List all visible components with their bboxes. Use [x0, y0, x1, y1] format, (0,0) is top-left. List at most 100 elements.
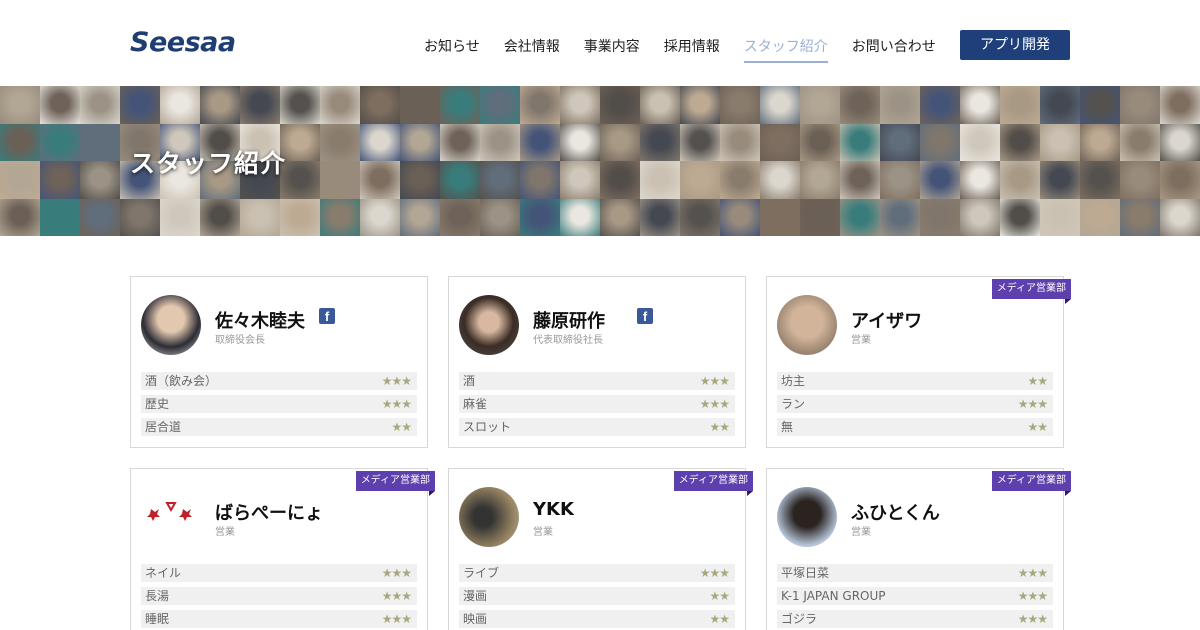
skill-row: 酒 ★★★: [459, 372, 735, 390]
skill-row: ネイル ★★★: [141, 564, 417, 582]
nav-recruit[interactable]: 採用情報: [664, 36, 720, 63]
facebook-icon[interactable]: f: [637, 308, 653, 324]
skill-list: 酒 ★★★ 麻雀 ★★★ スロット ★★: [459, 372, 735, 441]
star-rating: ★★★: [1017, 397, 1048, 411]
star-rating: ★★★: [381, 612, 412, 626]
star-rating: ★★: [709, 612, 729, 626]
star-rating: ★★: [391, 420, 411, 434]
star-rating: ★★★: [699, 566, 730, 580]
skill-row: 坊主 ★★: [777, 372, 1053, 390]
skill-row: ゴジラ ★★★: [777, 610, 1053, 628]
skill-label: 平塚日菜: [781, 566, 830, 580]
star-rating: ★★★: [1017, 566, 1048, 580]
staff-role: 営業: [215, 527, 235, 538]
star-rating: ★★: [1027, 374, 1047, 388]
skill-row: 平塚日菜 ★★★: [777, 564, 1053, 582]
skill-label: 居合道: [145, 420, 182, 434]
staff-avatar: [141, 487, 201, 547]
seesaa-logo[interactable]: Seesaa: [130, 27, 236, 58]
skill-list: ライブ ★★★ 漫画 ★★ 映画 ★★: [459, 564, 735, 630]
staff-card[interactable]: ばらぺーにょ営業 メディア営業部ネイル ★★★ 長湯 ★★★ 睡眠 ★★★: [130, 468, 436, 630]
nav-company[interactable]: 会社情報: [504, 36, 560, 63]
skill-list: 坊主 ★★ ラン ★★★ 無 ★★: [777, 372, 1053, 441]
skill-row: K-1 JAPAN GROUP ★★★: [777, 587, 1053, 605]
staff-name: YKK: [533, 499, 574, 520]
skill-label: 酒（飲み会）: [145, 374, 218, 388]
staff-card[interactable]: YKK 営業 メディア営業部 ライブ ★★★ 漫画 ★★ 映画 ★★: [448, 468, 754, 630]
site-header: Seesaa お知らせ 会社情報 事業内容 採用情報 スタッフ紹介 お問い合わせ…: [0, 0, 1200, 86]
skill-row: ラン ★★★: [777, 395, 1053, 413]
star-rating: ★★: [1027, 420, 1047, 434]
staff-card[interactable]: ふひとくん 営業 メディア営業部 平塚日菜 ★★★ K-1 JAPAN GROUP ★★★ ゴ…: [766, 468, 1072, 630]
star-rating: ★★★: [699, 374, 730, 388]
skill-label: ゴジラ: [781, 612, 818, 626]
skill-label: 漫画: [463, 589, 488, 603]
facebook-icon[interactable]: f: [319, 308, 335, 324]
skill-label: 麻雀: [463, 397, 488, 411]
skill-label: スロット: [463, 420, 512, 434]
staff-role: 代表取締役社長: [533, 335, 603, 346]
nav-business[interactable]: 事業内容: [584, 36, 640, 63]
app-development-button[interactable]: アプリ開発: [960, 30, 1070, 60]
star-rating: ★★: [709, 420, 729, 434]
skill-row: 睡眠 ★★★: [141, 610, 417, 628]
skill-label: 長湯: [145, 589, 170, 603]
star-rating: ★★★: [381, 589, 412, 603]
star-rating: ★★★: [699, 397, 730, 411]
star-rating: ★★★: [381, 397, 412, 411]
staff-card[interactable]: 佐々木睦夫取締役会長 f 酒（飲み会） ★★★ 歴史 ★★★ 居合道 ★★: [130, 276, 428, 448]
department-badge: メディア営業部: [355, 471, 436, 496]
hero-banner: スタッフ紹介: [0, 86, 1200, 236]
staff-avatar: [777, 295, 837, 355]
nav-news[interactable]: お知らせ: [424, 36, 480, 63]
staff-avatar: [459, 487, 519, 547]
skill-label: K-1 JAPAN GROUP: [781, 589, 886, 603]
staff-name: ばらぺーにょ: [215, 503, 323, 524]
staff-role: 営業: [851, 335, 871, 346]
staff-name: 佐々木睦夫: [215, 311, 305, 332]
skill-row: ライブ ★★★: [459, 564, 735, 582]
skill-list: 平塚日菜 ★★★ K-1 JAPAN GROUP ★★★ ゴジラ ★★★: [777, 564, 1053, 630]
staff-role: 取締役会長: [215, 335, 265, 346]
star-rating: ★★★: [1017, 612, 1048, 626]
skill-label: 睡眠: [145, 612, 170, 626]
skill-row: 無 ★★: [777, 418, 1053, 436]
page-title: スタッフ紹介: [130, 149, 287, 178]
department-badge: メディア営業部: [991, 279, 1072, 304]
skill-list: 酒（飲み会） ★★★ 歴史 ★★★ 居合道 ★★: [141, 372, 417, 441]
nav-staff[interactable]: スタッフ紹介: [743, 36, 828, 63]
star-rating: ★★: [709, 589, 729, 603]
skill-row: スロット ★★: [459, 418, 735, 436]
skill-row: 酒（飲み会） ★★★: [141, 372, 417, 390]
skill-label: ネイル: [145, 566, 182, 580]
staff-name: アイザワ: [851, 311, 923, 332]
skill-row: 歴史 ★★★: [141, 395, 417, 413]
staff-card[interactable]: アイザワ営業 メディア営業部坊主 ★★ ラン ★★★ 無 ★★: [766, 276, 1072, 448]
star-rating: ★★★: [1017, 589, 1048, 603]
skill-label: 酒: [463, 374, 476, 388]
star-rating: ★★★: [381, 374, 412, 388]
staff-avatar: [141, 295, 201, 355]
skill-label: 映画: [463, 612, 488, 626]
skill-row: 映画 ★★: [459, 610, 735, 628]
skill-list: ネイル ★★★ 長湯 ★★★ 睡眠 ★★★: [141, 564, 417, 630]
skill-label: 歴史: [145, 397, 170, 411]
nav-contact[interactable]: お問い合わせ: [852, 36, 936, 63]
skill-row: 麻雀 ★★★: [459, 395, 735, 413]
department-badge: メディア営業部: [673, 471, 754, 496]
skill-label: 無: [781, 420, 794, 434]
star-rating: ★★★: [381, 566, 412, 580]
skill-row: 漫画 ★★: [459, 587, 735, 605]
logo-text: Seesaa: [130, 27, 236, 58]
department-badge: メディア営業部: [991, 471, 1072, 496]
staff-name: ふひとくん: [851, 503, 940, 524]
skill-label: ラン: [781, 397, 806, 411]
staff-card[interactable]: 藤原研作 代表取締役社長 f 酒 ★★★ 麻雀 ★★★ スロット ★★: [448, 276, 746, 448]
skill-label: ライブ: [463, 566, 500, 580]
skill-row: 長湯 ★★★: [141, 587, 417, 605]
staff-avatar: [777, 487, 837, 547]
main-nav: お知らせ 会社情報 事業内容 採用情報 スタッフ紹介 お問い合わせ: [424, 36, 960, 63]
staff-role: 営業: [851, 527, 871, 538]
skill-row: 居合道 ★★: [141, 418, 417, 436]
staff-avatar: [459, 295, 519, 355]
